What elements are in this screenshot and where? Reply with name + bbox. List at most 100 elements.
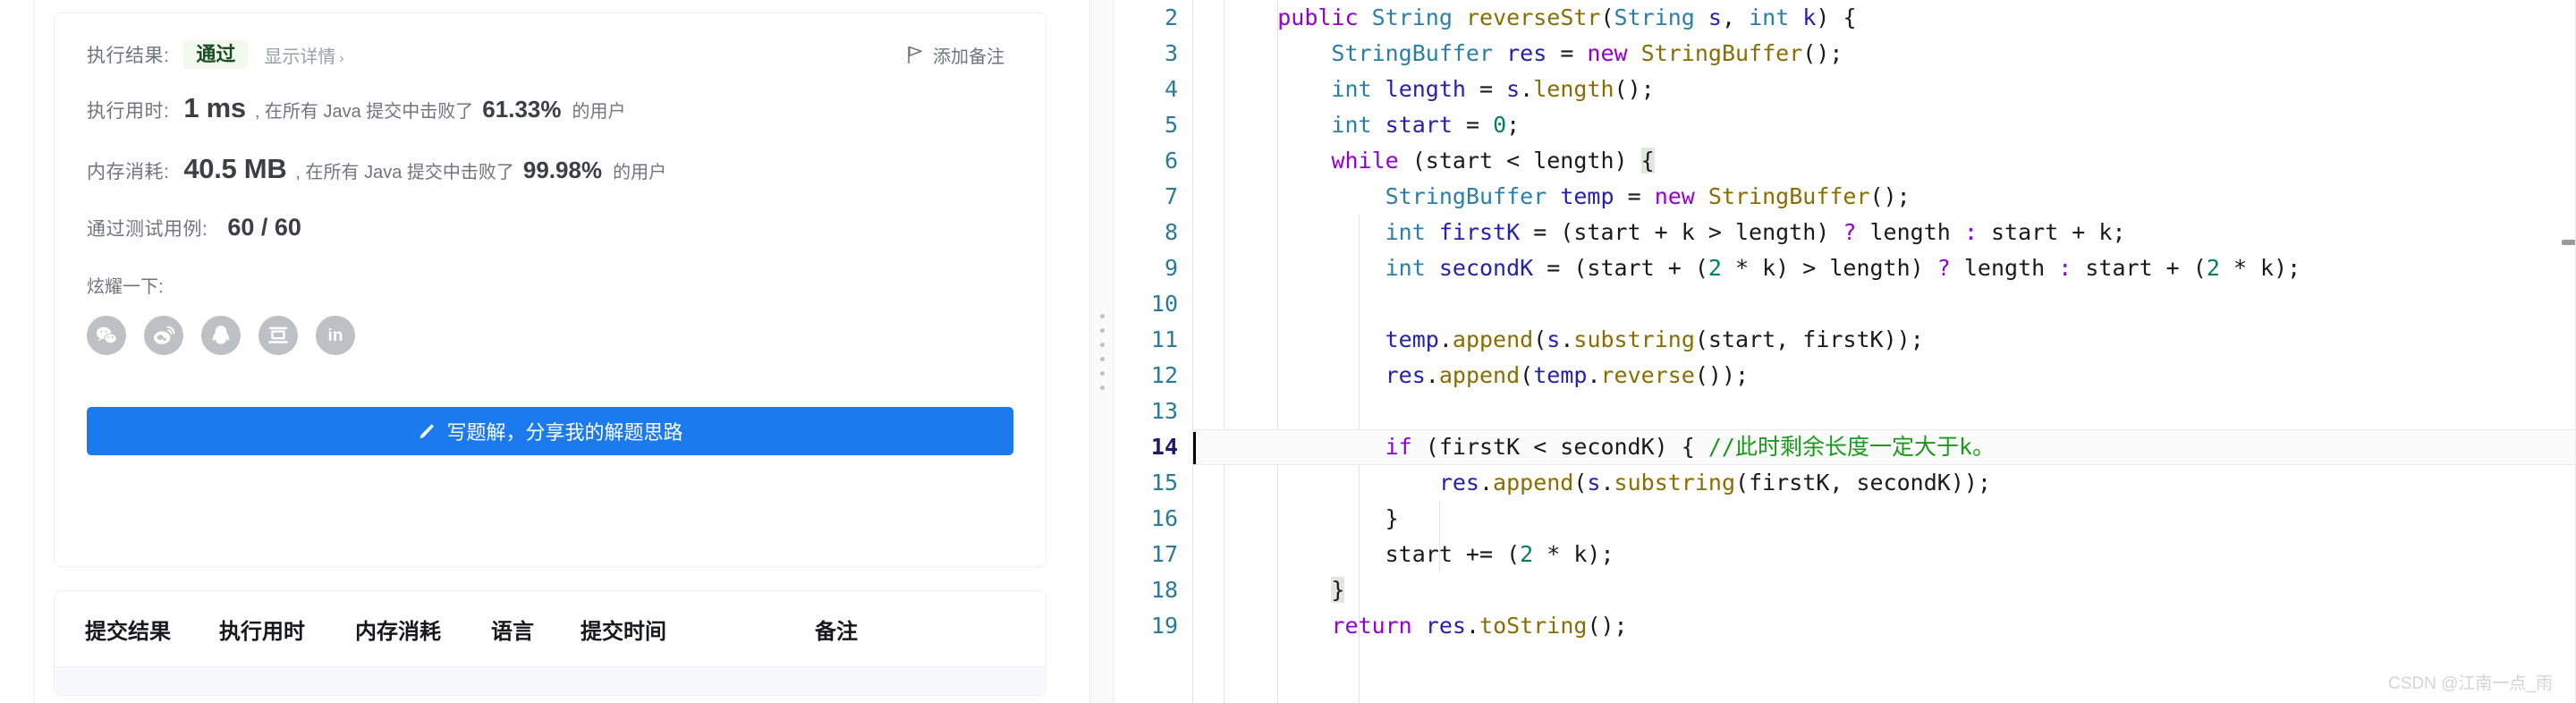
memory-percentile: 99.98%: [522, 157, 603, 183]
table-body-strip: [55, 666, 1046, 695]
code-token: start += (: [1224, 541, 1521, 567]
write-solution-button[interactable]: 写题解，分享我的解题思路: [87, 407, 1013, 455]
code-token: length: [1533, 76, 1614, 102]
column-header-note[interactable]: 备注: [815, 614, 922, 645]
splitter-dot: [1099, 385, 1105, 390]
code-token: 2: [1707, 255, 1722, 281]
splitter-dot: [1099, 342, 1105, 347]
column-header-memory[interactable]: 内存消耗: [355, 614, 491, 645]
code-token: int: [1331, 112, 1372, 138]
runtime-value: 1 ms: [183, 92, 246, 123]
column-header-submit-time[interactable]: 提交时间: [580, 614, 815, 645]
flag-icon: [907, 46, 924, 64]
testcases-row: 通过测试用例: 60 / 60: [87, 214, 1013, 241]
weibo-icon[interactable]: [144, 316, 183, 355]
code-line[interactable]: }: [1193, 501, 2576, 537]
code-token: ?: [1843, 219, 1857, 245]
code-token: s: [1587, 470, 1601, 495]
code-line[interactable]: [1193, 394, 2576, 429]
splitter-dot: [1099, 327, 1105, 333]
douban-icon[interactable]: [258, 316, 298, 355]
code-token: start: [1385, 112, 1453, 138]
scrollbar-thumb[interactable]: [2562, 240, 2576, 245]
line-number: 2: [1164, 4, 1178, 30]
line-number: 9: [1164, 255, 1178, 281]
code-token: new: [1654, 183, 1695, 209]
code-editor[interactable]: 2 3 4 5 6 7 8 9 10 11 12 13 14 15 16 17 18 19 public Stri…: [1114, 0, 2576, 703]
column-header-result[interactable]: 提交结果: [85, 614, 219, 645]
code-token: int: [1749, 4, 1790, 30]
chevron-right-icon: ›: [339, 50, 344, 66]
testcases-label: 通过测试用例:: [87, 219, 208, 240]
code-token: s: [1707, 4, 1722, 30]
code-token: length: [1950, 255, 2059, 281]
code-token: temp: [1385, 326, 1439, 352]
code-line[interactable]: return res.toString();: [1193, 608, 2576, 644]
splitter-dot: [1099, 313, 1105, 318]
code-line[interactable]: int length = s.length();: [1193, 72, 2576, 107]
code-token: ();: [1587, 613, 1628, 639]
line-number: 16: [1150, 505, 1178, 531]
share-section-label: 炫耀一下:: [87, 277, 164, 297]
code-token: (firstK, secondK));: [1735, 470, 1991, 495]
runtime-suffix-text: 的用户: [572, 102, 626, 122]
code-line[interactable]: if (firstK < secondK) { //此时剩余长度一定大于k。: [1193, 429, 2576, 465]
code-line[interactable]: res.append(s.substring(firstK, secondK))…: [1193, 465, 2576, 501]
code-token: while: [1331, 148, 1399, 174]
share-buttons: in: [87, 316, 1013, 355]
code-line[interactable]: temp.append(s.substring(start, firstK));: [1193, 322, 2576, 358]
code-line[interactable]: int secondK = (start + (2 * k) > length)…: [1193, 250, 2576, 286]
panel-left-border: [34, 0, 35, 703]
pane-splitter[interactable]: [1089, 0, 1114, 703]
add-note-button[interactable]: 添加备注: [907, 42, 1004, 68]
line-number: 12: [1150, 362, 1178, 388]
code-line[interactable]: int start = 0;: [1193, 107, 2576, 143]
qq-icon[interactable]: [201, 316, 241, 355]
memory-label: 内存消耗:: [87, 162, 170, 182]
code-line[interactable]: while (start < length) {: [1193, 143, 2576, 179]
code-token: * k);: [2219, 255, 2301, 281]
code-token: (start < length): [1398, 148, 1641, 174]
code-line[interactable]: public String reverseStr(String s, int k…: [1193, 0, 2576, 36]
code-line[interactable]: StringBuffer res = new StringBuffer();: [1193, 36, 2576, 72]
code-token: String: [1371, 4, 1453, 30]
execution-result-row: 执行结果: 通过 显示详情 › 添加备注: [87, 40, 1013, 69]
column-header-language[interactable]: 语言: [491, 614, 580, 645]
code-line[interactable]: }: [1193, 572, 2576, 608]
code-token: new: [1587, 40, 1628, 66]
code-token: =: [1465, 76, 1507, 102]
code-line[interactable]: StringBuffer temp = new StringBuffer();: [1193, 179, 2576, 215]
code-line[interactable]: [1193, 286, 2576, 322]
code-token: int: [1385, 255, 1426, 281]
runtime-row: 执行用时: 1 ms , 在所有 Java 提交中击败了 61.33% 的用户: [87, 92, 1013, 124]
code-token: reverseStr: [1465, 4, 1601, 30]
show-details-link[interactable]: 显示详情 ›: [264, 42, 343, 68]
code-token: .: [1425, 362, 1439, 388]
code-line[interactable]: start += (2 * k);: [1193, 537, 2576, 572]
column-header-runtime[interactable]: 执行用时: [219, 614, 355, 645]
code-token: append: [1438, 362, 1521, 388]
code-line[interactable]: int firstK = (start + k > length) ? leng…: [1193, 215, 2576, 250]
linkedin-icon[interactable]: in: [316, 316, 355, 355]
code-content[interactable]: public String reverseStr(String s, int k…: [1193, 0, 2576, 703]
line-number: 13: [1150, 398, 1178, 424]
code-line[interactable]: res.append(temp.reverse());: [1193, 358, 2576, 394]
pencil-icon: [417, 422, 436, 441]
code-token: (start, firstK));: [1694, 326, 1924, 352]
table-header-row: 提交结果 执行用时 内存消耗 语言 提交时间 备注: [55, 591, 1046, 666]
code-token: * k) > length): [1721, 255, 1937, 281]
code-token: =: [1614, 183, 1655, 209]
wechat-icon[interactable]: [87, 316, 126, 355]
code-token: res: [1438, 470, 1479, 495]
